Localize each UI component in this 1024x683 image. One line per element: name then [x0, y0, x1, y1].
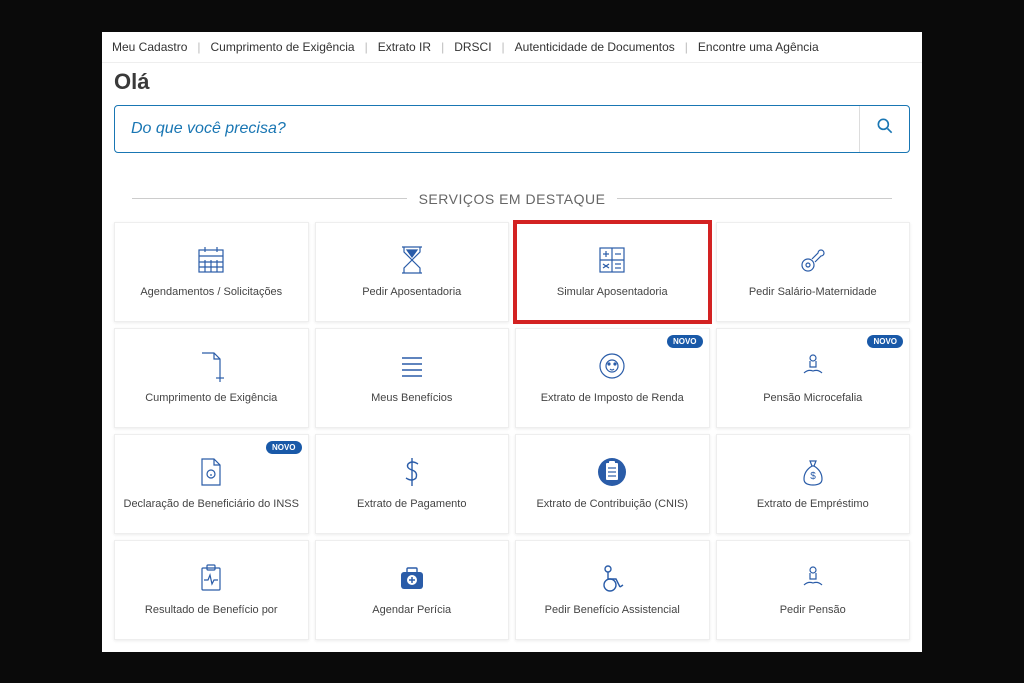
service-label: Pedir Benefício Assistencial — [545, 603, 680, 617]
calendar-icon — [195, 243, 227, 277]
service-card[interactable]: Extrato de Contribuição (CNIS) — [515, 434, 710, 534]
search-wrap — [102, 105, 922, 171]
service-card[interactable]: Pedir Salário-Maternidade — [716, 222, 911, 322]
separator: | — [441, 40, 444, 54]
novo-badge: NOVO — [667, 335, 703, 348]
nav-extrato-ir[interactable]: Extrato IR — [378, 40, 431, 54]
section-title: SERVIÇOS EM DESTAQUE — [419, 191, 606, 207]
service-card[interactable]: Pedir Benefício Assistencial — [515, 540, 710, 640]
service-card[interactable]: Cumprimento de Exigência — [114, 328, 309, 428]
search-input[interactable] — [115, 120, 859, 138]
greeting: Olá — [102, 63, 922, 105]
divider-line — [132, 198, 407, 199]
separator: | — [685, 40, 688, 54]
service-card[interactable]: Simular Aposentadoria — [515, 222, 710, 322]
service-label: Pensão Microcefalia — [763, 391, 862, 405]
search-icon — [875, 116, 895, 141]
service-label: Meus Benefícios — [371, 391, 452, 405]
lion-icon — [596, 349, 628, 383]
separator: | — [197, 40, 200, 54]
service-label: Simular Aposentadoria — [557, 285, 668, 299]
hourglass-icon — [398, 243, 426, 277]
separator: | — [502, 40, 505, 54]
service-card[interactable]: NOVO Extrato de Imposto de Renda — [515, 328, 710, 428]
pacifier-icon — [798, 243, 828, 277]
separator: | — [365, 40, 368, 54]
moneybag-icon: $ — [800, 455, 826, 489]
docinfo-icon — [198, 455, 224, 489]
service-card[interactable]: Agendamentos / Solicitações — [114, 222, 309, 322]
section-header: SERVIÇOS EM DESTAQUE — [132, 191, 892, 207]
service-card[interactable]: Pedir Pensão — [716, 540, 911, 640]
service-label: Pedir Salário-Maternidade — [749, 285, 877, 299]
care-icon — [798, 561, 828, 595]
search-button[interactable] — [859, 106, 909, 152]
service-label: Agendamentos / Solicitações — [140, 285, 282, 299]
service-card[interactable]: Agendar Perícia — [315, 540, 510, 640]
divider-line — [617, 198, 892, 199]
service-card[interactable]: NOVO Declaração de Beneficiário do INSS — [114, 434, 309, 534]
service-label: Resultado de Benefício por — [145, 603, 278, 617]
service-label: Pedir Pensão — [780, 603, 846, 617]
novo-badge: NOVO — [266, 441, 302, 454]
calculator-icon — [597, 243, 627, 277]
service-card[interactable]: $ Extrato de Empréstimo — [716, 434, 911, 534]
app-frame: Meu Cadastro | Cumprimento de Exigência … — [102, 32, 922, 652]
dollar-icon — [400, 455, 424, 489]
nav-autenticidade[interactable]: Autenticidade de Documentos — [515, 40, 675, 54]
top-nav: Meu Cadastro | Cumprimento de Exigência … — [102, 32, 922, 63]
service-card[interactable]: Extrato de Pagamento — [315, 434, 510, 534]
docplus-icon — [198, 349, 224, 383]
service-card[interactable]: NOVO Pensão Microcefalia — [716, 328, 911, 428]
service-label: Cumprimento de Exigência — [145, 391, 277, 405]
service-label: Agendar Perícia — [372, 603, 451, 617]
service-label: Pedir Aposentadoria — [362, 285, 461, 299]
wheelchair-icon — [598, 561, 626, 595]
svg-text:$: $ — [810, 471, 816, 482]
care-icon — [798, 349, 828, 383]
service-label: Extrato de Empréstimo — [757, 497, 869, 511]
services-grid: Agendamentos / Solicitações Pedir Aposent… — [102, 222, 922, 640]
service-card[interactable]: Pedir Aposentadoria — [315, 222, 510, 322]
nav-meu-cadastro[interactable]: Meu Cadastro — [112, 40, 187, 54]
list-icon — [398, 349, 426, 383]
medkit-icon — [397, 561, 427, 595]
service-label: Extrato de Pagamento — [357, 497, 466, 511]
search-box — [114, 105, 910, 153]
nav-drsci[interactable]: DRSCI — [454, 40, 491, 54]
service-label: Extrato de Contribuição (CNIS) — [536, 497, 688, 511]
nav-cumprimento[interactable]: Cumprimento de Exigência — [211, 40, 355, 54]
novo-badge: NOVO — [867, 335, 903, 348]
service-label: Extrato de Imposto de Renda — [541, 391, 684, 405]
service-card[interactable]: Meus Benefícios — [315, 328, 510, 428]
service-card[interactable]: Resultado de Benefício por — [114, 540, 309, 640]
clipboard-icon — [597, 455, 627, 489]
nav-encontre-agencia[interactable]: Encontre uma Agência — [698, 40, 819, 54]
heartbeat-icon — [197, 561, 225, 595]
service-label: Declaração de Beneficiário do INSS — [124, 497, 299, 511]
